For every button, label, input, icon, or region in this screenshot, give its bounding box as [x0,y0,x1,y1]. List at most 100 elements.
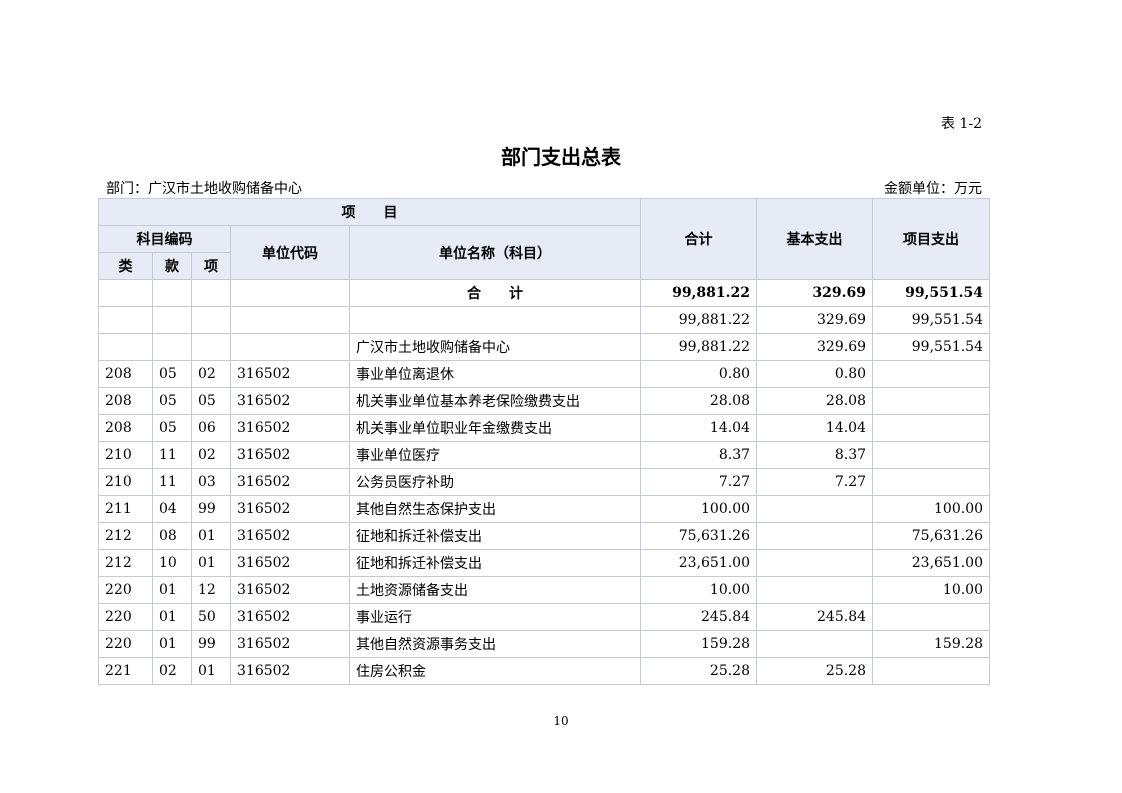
cell-code [230,279,350,307]
table-row: 220 01 12 316502 土地资源储备支出 10.00 10.00 [98,576,991,604]
total-label: 合 计 [348,279,642,307]
expenditure-table: 项 目 合计 基本支出 项目支出 科目编码 单位代码 单位名称（科目） 类 款 … [97,198,991,685]
cell-code: 316502 [230,630,350,658]
cell-xiang: 03 [191,468,231,496]
cell-project [872,468,991,496]
cell-project [872,657,991,685]
cell-basic [756,549,874,577]
cell-lei: 212 [98,549,153,577]
total-project: 99,551.54 [872,279,991,307]
cell-project: 99,551.54 [872,333,991,361]
table-row: 211 04 99 316502 其他自然生态保护支出 100.00 100.00 [98,495,991,523]
cell-code: 316502 [230,576,350,604]
cell-total: 0.80 [640,360,758,388]
cell-lei [98,306,153,334]
cell-kuan: 05 [152,414,192,442]
cell-xiang: 06 [191,414,231,442]
page-title: 部门支出总表 [501,145,621,169]
cell-basic: 329.69 [756,333,874,361]
cell-kuan: 08 [152,522,192,550]
cell-code [230,333,350,361]
cell-name: 征地和拆迁补偿支出 [348,522,642,550]
table-row: 221 02 01 316502 住房公积金 25.28 25.28 [98,657,991,685]
total-sum: 99,881.22 [640,279,758,307]
cell-name [348,306,642,334]
cell-project: 75,631.26 [872,522,991,550]
cell-code: 316502 [230,441,350,469]
cell-total: 28.08 [640,387,758,415]
cell-name: 其他自然资源事务支出 [348,630,642,658]
table-row: 220 01 50 316502 事业运行 245.84 245.84 [98,603,991,631]
cell-total: 23,651.00 [640,549,758,577]
cell-kuan: 11 [152,468,192,496]
cell-kuan: 02 [152,657,192,685]
page-number: 10 [553,714,569,728]
cell-name: 征地和拆迁补偿支出 [348,549,642,577]
cell-basic: 14.04 [756,414,874,442]
cell-basic: 7.27 [756,468,874,496]
cell-basic [756,630,874,658]
cell-project [872,441,991,469]
cell-code: 316502 [230,549,350,577]
cell-code: 316502 [230,468,350,496]
cell-code: 316502 [230,522,350,550]
cell-xiang: 01 [191,657,231,685]
cell-lei: 211 [98,495,153,523]
cell-kuan [152,279,192,307]
cell-total: 75,631.26 [640,522,758,550]
cell-project: 159.28 [872,630,991,658]
cell-code: 316502 [230,495,350,523]
cell-kuan: 01 [152,603,192,631]
cell-lei: 210 [98,468,153,496]
cell-total: 100.00 [640,495,758,523]
cell-name: 其他自然生态保护支出 [348,495,642,523]
header-unit-code: 单位代码 [230,225,350,280]
cell-project [872,414,991,442]
header-unit-name: 单位名称（科目） [348,225,642,280]
table-row: 208 05 02 316502 事业单位离退休 0.80 0.80 [98,360,991,388]
header-lei: 类 [98,252,153,280]
cell-kuan: 05 [152,387,192,415]
cell-project [872,360,991,388]
cell-lei [98,333,153,361]
cell-lei: 220 [98,576,153,604]
cell-lei: 208 [98,387,153,415]
cell-name: 公务员医疗补助 [348,468,642,496]
cell-name: 土地资源储备支出 [348,576,642,604]
cell-code: 316502 [230,360,350,388]
cell-name: 事业单位离退休 [348,360,642,388]
cell-project: 100.00 [872,495,991,523]
table-row: 220 01 99 316502 其他自然资源事务支出 159.28 159.28 [98,630,991,658]
cell-basic: 329.69 [756,306,874,334]
cell-basic: 25.28 [756,657,874,685]
cell-lei: 220 [98,603,153,631]
cell-name: 住房公积金 [348,657,642,685]
cell-kuan: 01 [152,630,192,658]
cell-name: 机关事业单位基本养老保险缴费支出 [348,387,642,415]
cell-basic [756,495,874,523]
cell-project: 10.00 [872,576,991,604]
cell-lei: 212 [98,522,153,550]
cell-kuan: 10 [152,549,192,577]
cell-xiang: 02 [191,360,231,388]
table-row: 208 05 06 316502 机关事业单位职业年金缴费支出 14.04 14.04 [98,414,991,442]
header-total: 合计 [640,198,758,280]
cell-xiang [191,279,231,307]
cell-total: 25.28 [640,657,758,685]
cell-kuan [152,306,192,334]
total-basic: 329.69 [756,279,874,307]
cell-kuan [152,333,192,361]
cell-code [230,306,350,334]
cell-code: 316502 [230,414,350,442]
cell-lei: 221 [98,657,153,685]
cell-kuan: 04 [152,495,192,523]
total-row: 合 计 99,881.22 329.69 99,551.54 [98,279,991,307]
cell-xiang [191,333,231,361]
cell-xiang: 99 [191,495,231,523]
cell-project [872,387,991,415]
department-label: 部门：广汉市土地收购储备中心 [106,181,302,197]
table-row: 99,881.22 329.69 99,551.54 [98,306,991,334]
table-row: 广汉市土地收购储备中心 99,881.22 329.69 99,551.54 [98,333,991,361]
table-header: 项 目 合计 基本支出 项目支出 科目编码 单位代码 单位名称（科目） 类 款 … [97,198,991,280]
cell-basic [756,522,874,550]
